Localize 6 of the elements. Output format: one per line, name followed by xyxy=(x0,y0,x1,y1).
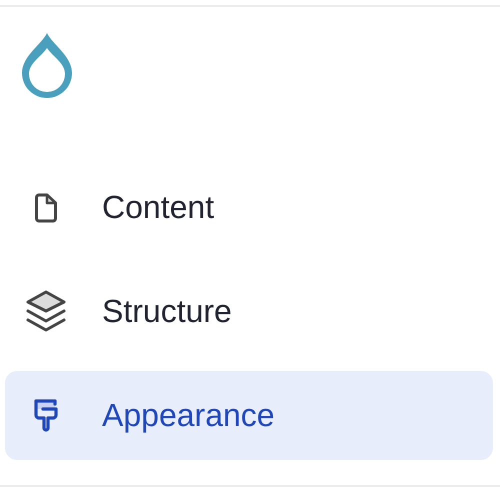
document-icon xyxy=(35,192,57,222)
paint-roller-icon xyxy=(33,398,59,432)
menu-item[interactable]: Appearance xyxy=(5,371,493,460)
menu-item[interactable]: Content xyxy=(5,163,493,252)
drop-logo-icon xyxy=(20,32,74,100)
menu-item[interactable]: Structure xyxy=(5,267,493,356)
